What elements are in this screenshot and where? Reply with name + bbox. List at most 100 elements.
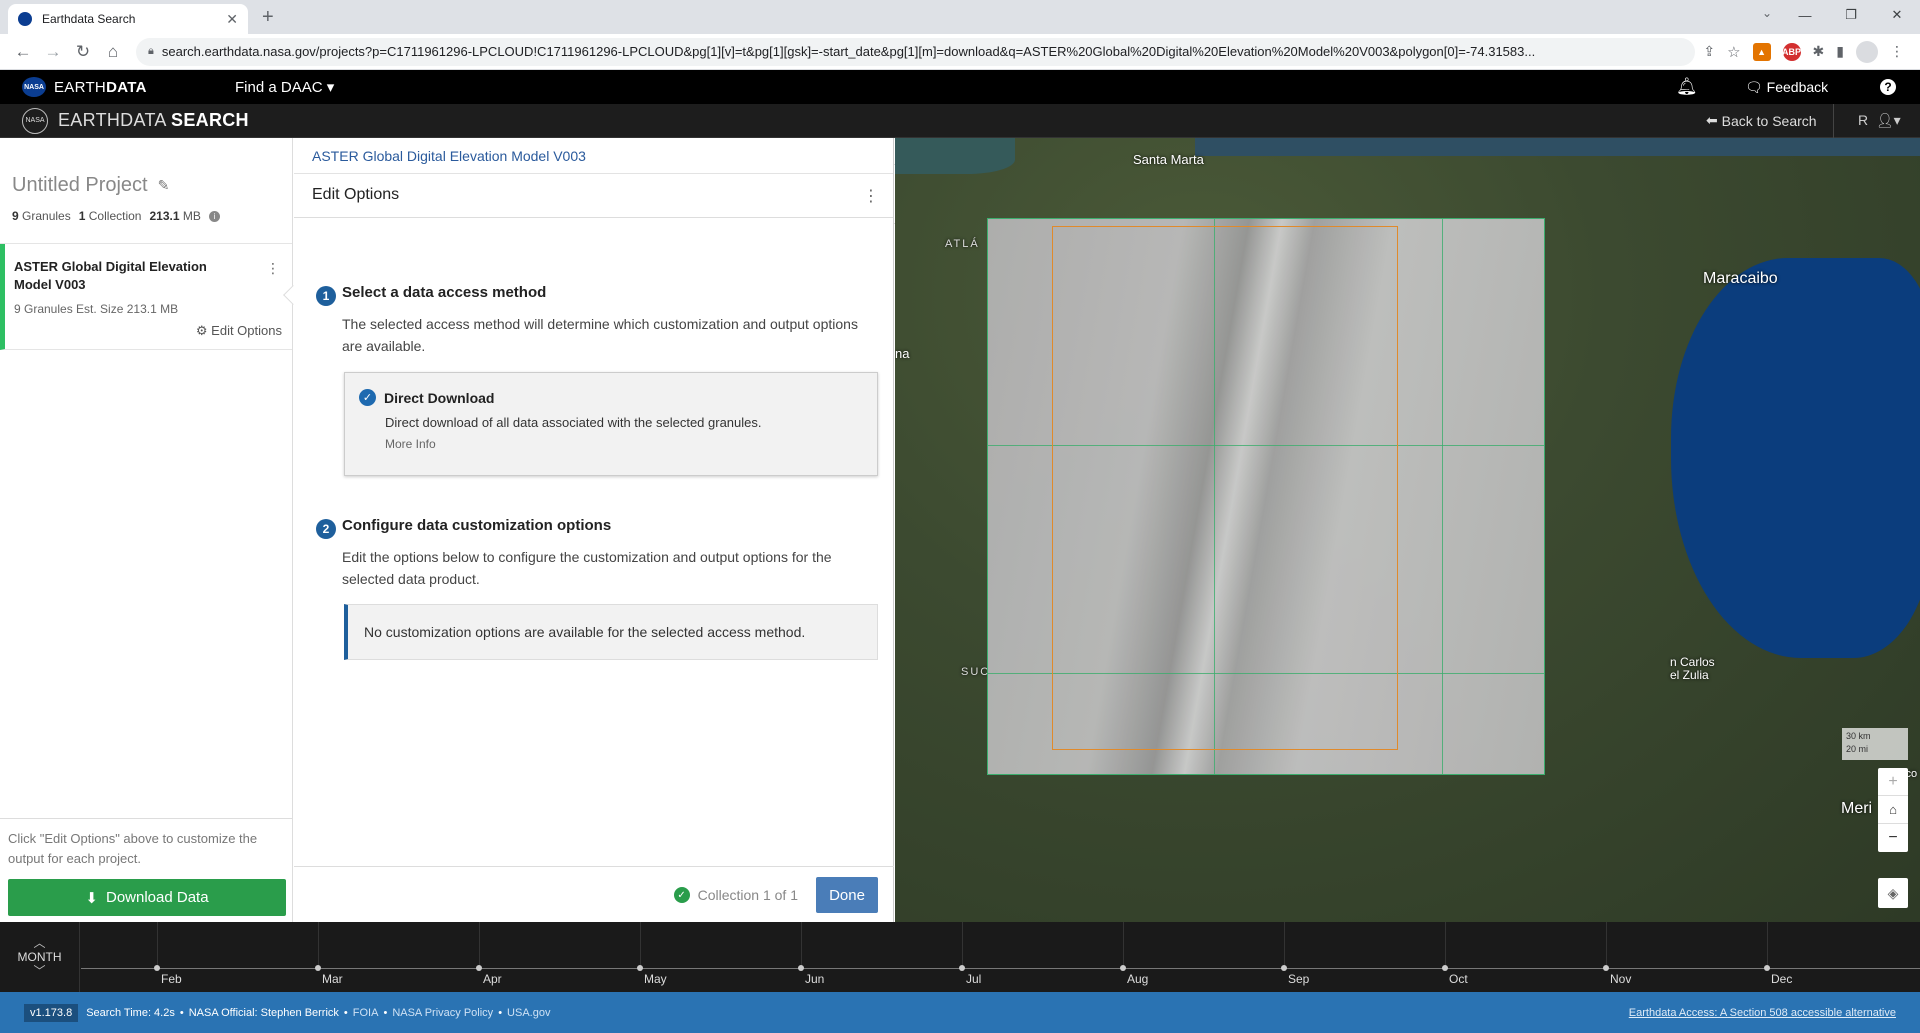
sidepanel-icon[interactable]: ▮ xyxy=(1836,43,1844,60)
gear-icon: ⚙ xyxy=(195,323,212,338)
granule-grid-line xyxy=(1442,219,1443,774)
window-controls: — ❐ ✕ xyxy=(1782,0,1920,30)
timeline-track[interactable]: Feb Mar Apr May Jun Jul Aug Sep Oct Nov Dec xyxy=(81,922,1920,992)
timeline-interval-control[interactable]: ︿ MONTH ﹀ xyxy=(0,922,80,992)
restore-icon[interactable]: ❐ xyxy=(1828,0,1874,30)
timeline-tick xyxy=(1445,922,1446,968)
bell-icon[interactable]: 🔔︎ xyxy=(1676,77,1698,97)
nasa-official: NASA Official: Stephen Berrick xyxy=(188,1006,339,1019)
project-title[interactable]: Untitled Project ✎ xyxy=(12,174,280,197)
timeline-axis xyxy=(81,968,1920,969)
reload-icon[interactable]: ↻ xyxy=(68,42,98,62)
timeline-month-label[interactable]: May xyxy=(644,972,667,986)
home-icon[interactable]: ⌂ xyxy=(1878,796,1908,824)
bookmark-star-icon[interactable]: ☆ xyxy=(1727,43,1740,61)
forward-arrow-icon[interactable]: → xyxy=(38,42,68,62)
timeline-tick xyxy=(801,922,802,968)
back-arrow-icon[interactable]: ← xyxy=(8,42,38,62)
nasa-logo-icon[interactable]: NASA xyxy=(22,77,46,97)
timeline-tick xyxy=(157,922,158,968)
timeline-month-marker xyxy=(798,965,804,971)
arrow-circle-left-icon: ⬅ xyxy=(1706,112,1722,128)
timeline-month-label[interactable]: Dec xyxy=(1771,972,1792,986)
collection-counter: ✓ Collection 1 of 1 xyxy=(673,887,798,903)
home-icon[interactable]: ⌂ xyxy=(98,42,128,62)
download-data-button[interactable]: ⬇ Download Data xyxy=(8,879,286,916)
timeline-month-label[interactable]: Oct xyxy=(1449,972,1468,986)
share-icon[interactable]: ⇪ xyxy=(1703,43,1715,60)
kebab-menu-icon[interactable]: ⋮ xyxy=(863,186,879,206)
done-button[interactable]: Done xyxy=(816,877,878,913)
find-a-daac-menu[interactable]: Find a DAAC ▾ xyxy=(235,78,334,96)
timeline-month-label[interactable]: Mar xyxy=(322,972,343,986)
minimize-icon[interactable]: — xyxy=(1782,0,1828,30)
kebab-menu-icon[interactable]: ⋮ xyxy=(266,260,280,277)
map-label-merida: Meri xyxy=(1841,800,1873,817)
zoom-in-icon[interactable]: + xyxy=(1878,768,1908,796)
timeline-month-label[interactable]: Nov xyxy=(1610,972,1631,986)
sea-area xyxy=(895,138,1015,174)
scale-mi: 20 mi xyxy=(1846,744,1869,754)
project-title-text: Untitled Project xyxy=(12,174,148,196)
timeline-month-marker xyxy=(1764,965,1770,971)
map-label-santa-marta: Santa Marta xyxy=(1133,152,1204,167)
chevron-up-icon[interactable]: ︿ xyxy=(33,936,45,950)
extension-icon[interactable]: ▲ xyxy=(1752,42,1771,61)
app-header: NASA EARTHDATA SEARCH ⬅ Back to Search R… xyxy=(0,103,1920,138)
earthdata-brand[interactable]: EARTHDATA xyxy=(54,79,147,96)
help-icon[interactable]: ? xyxy=(1880,79,1896,95)
access-method-name: Direct Download xyxy=(384,389,495,406)
chrome-menu-icon[interactable]: ⋮ xyxy=(1890,43,1904,60)
step-access-method: 1 Select a data access method The select… xyxy=(316,284,882,357)
timeline-tick xyxy=(962,922,963,968)
timeline-month-label[interactable]: Jun xyxy=(805,972,824,986)
timeline-month-label[interactable]: Apr xyxy=(483,972,502,986)
timeline-month-label[interactable]: Sep xyxy=(1288,972,1309,986)
address-bar[interactable]: 🔒︎ search.earthdata.nasa.gov/projects?p=… xyxy=(136,37,1696,66)
new-tab-icon[interactable]: + xyxy=(262,6,274,29)
profile-avatar-icon[interactable] xyxy=(1856,40,1878,63)
collections-count: 1 xyxy=(78,209,86,223)
user-menu[interactable]: R 👤︎▾ xyxy=(1858,112,1901,129)
timeline-month-marker xyxy=(1603,965,1609,971)
size-unit: MB xyxy=(182,209,201,223)
project-sidebar: Untitled Project ✎ 9 Granules 1 Collecti… xyxy=(0,138,303,922)
timeline-month-label[interactable]: Feb xyxy=(161,972,182,986)
close-tab-icon[interactable]: ✕ xyxy=(226,11,238,28)
app-title[interactable]: EARTHDATA SEARCH xyxy=(58,110,249,131)
access-method-direct-download[interactable]: ✓ Direct Download Direct download of all… xyxy=(344,372,878,476)
nasa-meatball-icon[interactable]: NASA xyxy=(22,107,48,134)
feedback-link[interactable]: 🗨︎ Feedback xyxy=(1745,79,1828,96)
section-508-link[interactable]: Earthdata Access: A Section 508 accessib… xyxy=(1629,1007,1896,1019)
layers-icon[interactable]: ◈ xyxy=(1878,878,1908,908)
chevron-down-icon[interactable]: ﹀ xyxy=(33,964,45,978)
adblock-icon[interactable]: ABP xyxy=(1782,42,1801,61)
panel-breadcrumb[interactable]: ASTER Global Digital Elevation Model V00… xyxy=(294,138,893,174)
timeline-month-label[interactable]: Aug xyxy=(1127,972,1148,986)
browser-tab[interactable]: Earthdata Search ✕ xyxy=(8,4,248,34)
info-icon[interactable]: i xyxy=(208,210,220,222)
timeline-month-label[interactable]: Jul xyxy=(966,972,981,986)
tab-search-icon[interactable]: ⌄ xyxy=(1762,6,1772,20)
version-badge: v1.173.8 xyxy=(24,1003,79,1022)
privacy-policy-link[interactable]: NASA Privacy Policy xyxy=(392,1007,493,1019)
separator: • xyxy=(383,1006,388,1019)
lake-maracaibo xyxy=(1671,258,1920,658)
timeline-month-marker xyxy=(476,965,482,971)
project-collection-item[interactable]: ASTER Global Digital Elevation Model V00… xyxy=(0,244,303,350)
edit-pencil-icon[interactable]: ✎ xyxy=(158,177,170,194)
back-to-search-button[interactable]: ⬅ Back to Search xyxy=(1706,103,1834,138)
spatial-selection-box[interactable] xyxy=(1052,226,1398,750)
close-window-icon[interactable]: ✕ xyxy=(1874,0,1920,30)
map-view[interactable]: Santa Marta Maracaibo ATLÁ na SUC n Carl… xyxy=(895,138,1920,922)
puzzle-icon[interactable]: ✱ xyxy=(1813,43,1825,60)
foia-link[interactable]: FOIA xyxy=(353,1007,379,1019)
lock-icon[interactable]: 🔒︎ xyxy=(148,45,154,58)
sidebar-footer: Click "Edit Options" above to customize … xyxy=(0,818,293,922)
step-title: Select a data access method xyxy=(342,284,547,301)
more-info-link[interactable]: More Info xyxy=(385,437,863,451)
edit-options-link[interactable]: ⚙ Edit Options xyxy=(196,323,282,339)
timeline-month-marker xyxy=(637,965,643,971)
usagov-link[interactable]: USA.gov xyxy=(507,1007,550,1019)
zoom-out-icon[interactable]: − xyxy=(1878,824,1908,852)
